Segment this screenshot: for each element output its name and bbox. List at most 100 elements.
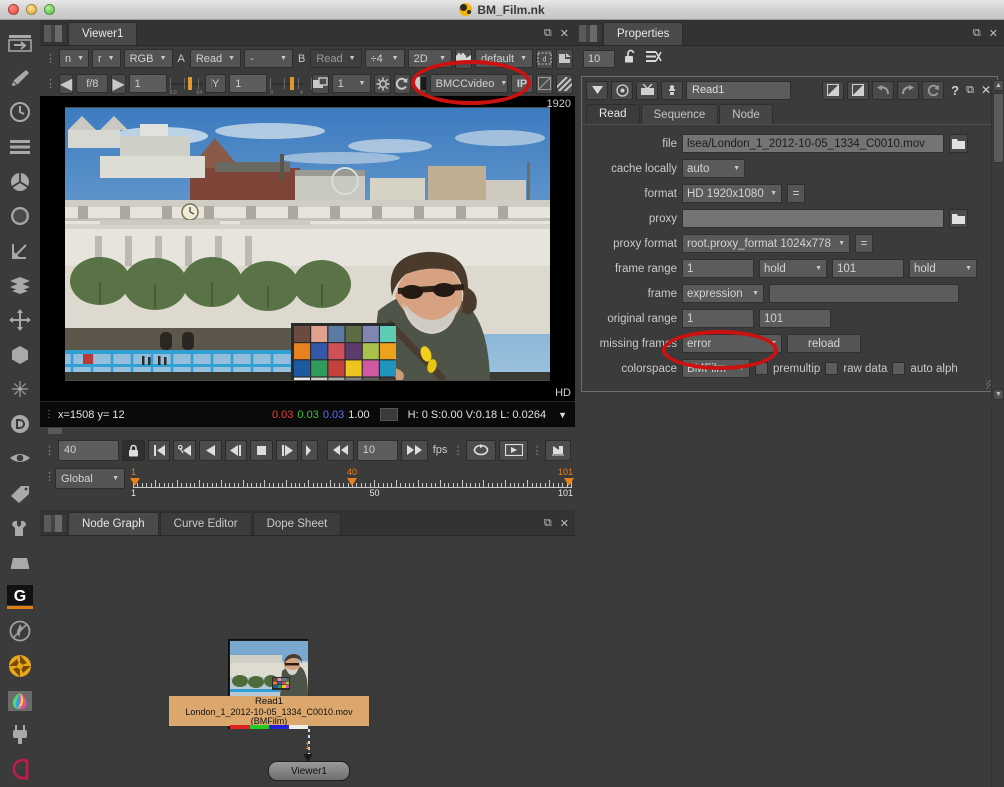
transport-handle-3[interactable]: ⋮ bbox=[531, 444, 542, 457]
float-icon[interactable]: ⧉ bbox=[966, 84, 974, 97]
other-icon[interactable] bbox=[3, 545, 37, 580]
bulb-icon[interactable] bbox=[661, 80, 683, 100]
viewer-transport-bar[interactable]: ⋮ 40 10 fps ⋮ ⋮ bbox=[40, 435, 575, 465]
redo-icon[interactable] bbox=[897, 80, 920, 100]
close-icon[interactable]: ✕ bbox=[981, 83, 991, 97]
transport-handle-2[interactable]: ⋮ bbox=[452, 444, 463, 457]
proxy-field[interactable] bbox=[682, 209, 944, 228]
frame-range-start-field[interactable]: 1 bbox=[682, 259, 754, 278]
close-icon[interactable]: ✕ bbox=[560, 27, 569, 40]
knob-proxy-format[interactable]: proxy format root.proxy_format 1024x778 ▼… bbox=[582, 231, 991, 256]
keyframe-icon[interactable] bbox=[545, 439, 571, 461]
proxy-format-expression-button[interactable]: = bbox=[855, 234, 873, 253]
viewer-process-dropdown[interactable]: BMCCvideo ▼ bbox=[429, 74, 508, 93]
knob-format[interactable]: format HD 1920x1080 ▼ = bbox=[582, 181, 991, 206]
expand-arrow-icon[interactable] bbox=[586, 80, 608, 100]
step-forward-icon[interactable] bbox=[275, 439, 299, 461]
format-dropdown[interactable]: HD 1920x1080 ▼ bbox=[682, 184, 782, 203]
tab-properties[interactable]: Properties bbox=[603, 22, 684, 45]
float-icon[interactable]: ⧉ bbox=[544, 517, 552, 530]
genarts-icon[interactable]: G bbox=[3, 580, 37, 615]
file-field[interactable]: lsea/London_1_2012-10-05_1334_C0010.mov bbox=[682, 134, 944, 153]
timeline-out-marker[interactable] bbox=[564, 478, 574, 486]
fps-increase-icon[interactable] bbox=[401, 439, 428, 461]
next-keyframe-icon[interactable] bbox=[301, 439, 319, 461]
current-frame-field[interactable]: 40 bbox=[58, 439, 120, 461]
panel-grip[interactable] bbox=[44, 515, 66, 532]
chevron-down-icon[interactable]: ▼ bbox=[558, 410, 567, 420]
knob-original-range[interactable]: original range 1 101 bbox=[582, 306, 991, 331]
mask-icon[interactable] bbox=[536, 73, 554, 94]
nodegraph-panel-actions[interactable]: ⧉ ✕ bbox=[544, 517, 569, 530]
close-icon[interactable]: ✕ bbox=[989, 27, 998, 40]
plugin-icon[interactable] bbox=[3, 718, 37, 753]
roi-icon[interactable]: d bbox=[536, 48, 553, 69]
frame-range-before-dropdown[interactable]: hold ▼ bbox=[759, 259, 827, 278]
deep-icon[interactable] bbox=[3, 407, 37, 442]
tab-viewer1[interactable]: Viewer1 bbox=[68, 22, 138, 45]
panel-grip[interactable] bbox=[44, 25, 66, 42]
toolbar-handle[interactable]: ⋮ bbox=[45, 52, 56, 65]
input-a-dropdown[interactable]: Read ▼ bbox=[189, 49, 242, 68]
revert-icon[interactable] bbox=[922, 80, 945, 100]
split-icon[interactable] bbox=[413, 73, 427, 94]
node-properties-header[interactable]: Read1 ? ⧉ ✕ bbox=[582, 77, 997, 103]
knob-frame-range[interactable]: frame range 1 hold ▼ 101 hold ▼ bbox=[582, 256, 991, 281]
gamma-value-field[interactable]: 1 bbox=[229, 74, 268, 93]
colorspace-dropdown[interactable]: BMFilm ▼ bbox=[682, 359, 750, 378]
gate-icon[interactable] bbox=[374, 73, 392, 94]
frame-expression-field[interactable] bbox=[769, 284, 959, 303]
gain-increase-icon[interactable]: ▶ bbox=[111, 73, 126, 94]
lock-icon[interactable] bbox=[122, 439, 145, 461]
viewer-scrub-strip[interactable] bbox=[40, 427, 575, 435]
channels-dropdown[interactable]: RGB ▼ bbox=[123, 49, 173, 68]
original-range-end-field[interactable]: 101 bbox=[759, 309, 831, 328]
gain-slider[interactable]: 0.0 64 bbox=[169, 75, 212, 96]
missing-frames-dropdown[interactable]: error ▼ bbox=[682, 334, 782, 353]
properties-scroll-thumb[interactable] bbox=[993, 93, 1004, 163]
checker-icon[interactable] bbox=[556, 73, 574, 94]
node-read1[interactable]: London_1_2012-10-05_1334_C0010.mov (BMFi… bbox=[169, 639, 369, 729]
premultiplied-checkbox[interactable] bbox=[755, 362, 768, 375]
downres-dropdown[interactable]: 1 ▼ bbox=[331, 74, 372, 93]
fps-decrease-icon[interactable] bbox=[327, 439, 354, 461]
time-icon[interactable] bbox=[3, 95, 37, 130]
playback-mode-icon[interactable] bbox=[498, 439, 529, 461]
knob-proxy[interactable]: proxy bbox=[582, 206, 991, 231]
split-a-icon[interactable] bbox=[822, 80, 845, 100]
float-icon[interactable]: ⧉ bbox=[973, 27, 981, 40]
original-range-start-field[interactable]: 1 bbox=[682, 309, 754, 328]
timeline-in-marker[interactable] bbox=[130, 478, 140, 486]
gain-stop-field[interactable]: f/8 bbox=[76, 74, 109, 93]
properties-panel-actions[interactable]: ⧉ ✕ bbox=[973, 27, 998, 40]
tv-icon[interactable] bbox=[636, 80, 658, 100]
proxy-format-dropdown[interactable]: root.proxy_format 1024x778 ▼ bbox=[682, 234, 850, 253]
help-icon[interactable]: ? bbox=[951, 83, 959, 98]
nuke-alpha-icon[interactable] bbox=[3, 752, 37, 787]
node-name-field[interactable]: Read1 bbox=[686, 80, 791, 100]
gain-decrease-icon[interactable]: ◀ bbox=[59, 73, 74, 94]
metadata-icon[interactable] bbox=[3, 476, 37, 511]
proxy-scale-dropdown[interactable]: ÷4 ▼ bbox=[364, 49, 405, 68]
stop-icon[interactable] bbox=[250, 439, 273, 461]
reload-button[interactable]: reload bbox=[787, 334, 861, 353]
split-b-icon[interactable] bbox=[847, 80, 870, 100]
viewer-canvas[interactable]: 1920 HD bbox=[40, 96, 575, 401]
wipe-mode-dropdown[interactable]: - ▼ bbox=[244, 49, 293, 68]
gain-value-field[interactable]: 1 bbox=[128, 74, 167, 93]
frame-mode-dropdown[interactable]: expression ▼ bbox=[682, 284, 764, 303]
file-browse-icon[interactable] bbox=[949, 134, 968, 153]
scroll-down-arrow[interactable]: ▼ bbox=[993, 389, 1004, 400]
node-tabs[interactable]: Read Sequence Node bbox=[582, 103, 997, 125]
node-tab-sequence[interactable]: Sequence bbox=[640, 104, 719, 124]
ip-toggle-button[interactable]: IP bbox=[510, 74, 534, 93]
transport-handle[interactable]: ⋮ bbox=[44, 444, 55, 457]
status-handle[interactable]: ⋮ bbox=[44, 409, 54, 420]
knob-file[interactable]: file lsea/London_1_2012-10-05_1334_C0010… bbox=[582, 131, 991, 156]
tab-curve-editor[interactable]: Curve Editor bbox=[159, 512, 252, 535]
layer-dropdown[interactable]: r ▼ bbox=[92, 49, 121, 68]
raw-data-checkbox[interactable] bbox=[825, 362, 839, 375]
properties-scrollbar[interactable]: ▲ ▼ bbox=[991, 80, 1004, 400]
scrub-handle[interactable] bbox=[48, 428, 62, 434]
color-icon[interactable] bbox=[3, 164, 37, 199]
